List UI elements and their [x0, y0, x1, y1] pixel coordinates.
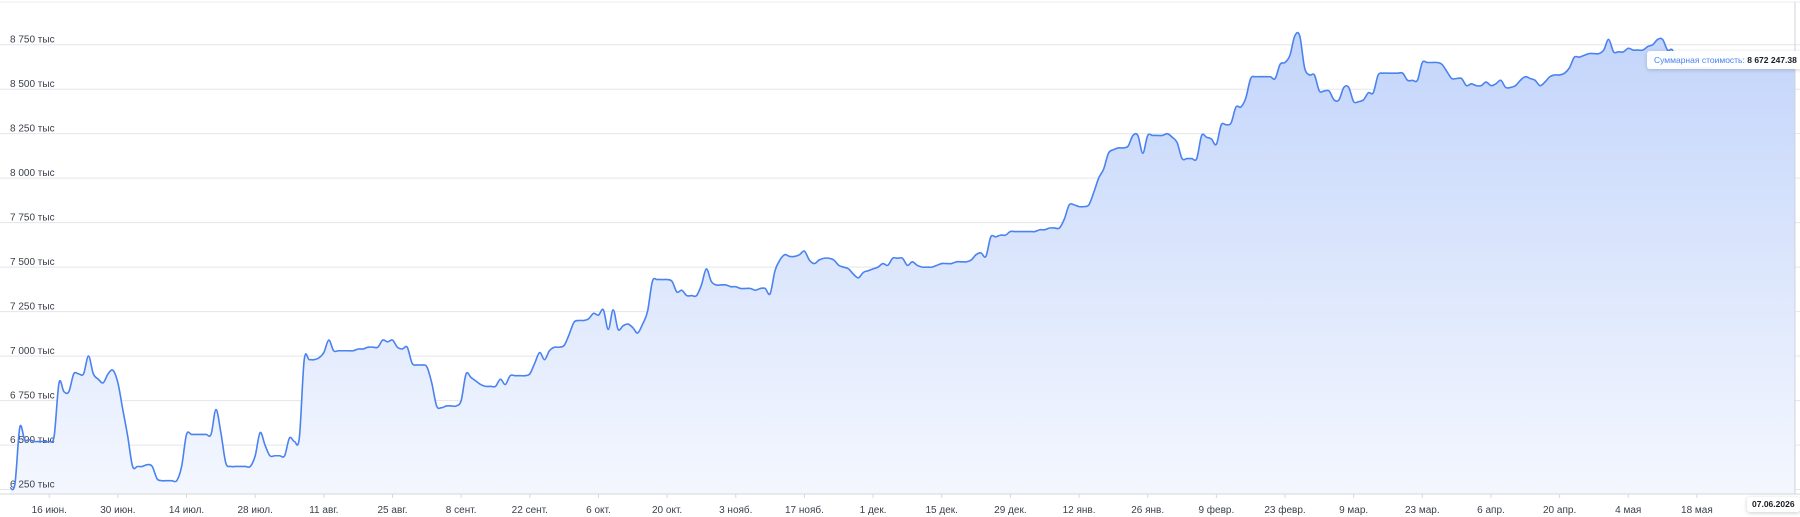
y-tick-label: 8 500 тыс [10, 79, 55, 90]
x-tick-label: 18 мая [1681, 505, 1713, 516]
x-tick-label: 17 нояб. [785, 504, 824, 516]
x-tick-label: 11 авг. [309, 505, 338, 516]
value-tooltip: Суммарная стоимость: 8 672 247.38 [1647, 51, 1800, 69]
series-area [10, 32, 1795, 495]
x-tick-label: 22 сент. [512, 505, 548, 516]
tooltip-label: Суммарная стоимость: [1654, 55, 1745, 65]
y-tick-label: 8 250 тыс [10, 124, 55, 135]
y-tick-label: 7 000 тыс [10, 346, 55, 357]
x-tick-label: 14 июл. [169, 505, 204, 516]
x-tick-label: 30 июн. [100, 505, 135, 516]
y-tick-label: 6 250 тыс [10, 480, 55, 491]
x-axis-tick-labels: 16 июн. 30 июн. 14 июл. 28 июл. 11 авг. 25 ав… [32, 494, 1713, 516]
x-tick-label: 12 янв. [1063, 505, 1096, 516]
x-tick-label: 20 апр. [1543, 505, 1576, 516]
x-tick-label: 8 сент. [446, 505, 477, 516]
x-tick-label: 9 февр. [1198, 504, 1234, 516]
x-tick-label: 20 окт. [652, 505, 682, 516]
x-tick-label: 1 дек. [860, 505, 887, 516]
y-tick-label: 7 500 тыс [10, 257, 55, 268]
y-tick-label: 6 750 тыс [10, 391, 55, 402]
y-tick-label: 7 750 тыс [10, 213, 55, 224]
x-tick-label: 16 июн. [32, 505, 67, 516]
y-tick-label: 8 750 тыс [10, 35, 55, 46]
x-tick-label: 15 дек. [926, 505, 958, 516]
x-tick-label: 6 окт. [586, 505, 611, 516]
y-tick-label: 7 250 тыс [10, 302, 55, 313]
crosshair-date-label: 07.06.2026 [1747, 497, 1800, 512]
chart[interactable]: 6 250 тыс6 500 тыс6 750 тыс7 000 тыс7 25… [0, 0, 1800, 517]
x-tick-label: 29 дек. [994, 505, 1026, 516]
x-tick-label: 6 апр. [1477, 505, 1505, 516]
x-tick-label: 25 авг. [378, 505, 408, 516]
x-tick-label: 9 мар. [1339, 505, 1368, 516]
x-tick-label: 26 янв. [1131, 505, 1164, 516]
x-tick-label: 4 мая [1615, 505, 1641, 516]
x-tick-label: 23 февр. [1264, 504, 1305, 516]
y-axis-tick-labels: 6 250 тыс6 500 тыс6 750 тыс7 000 тыс7 25… [10, 35, 55, 491]
x-tick-label: 28 июл. [237, 505, 272, 516]
tooltip-value: 8 672 247.38 [1747, 55, 1797, 65]
x-tick-label: 3 нояб. [719, 504, 752, 516]
y-tick-label: 8 000 тыс [10, 168, 55, 179]
x-tick-label: 23 мар. [1405, 505, 1440, 516]
